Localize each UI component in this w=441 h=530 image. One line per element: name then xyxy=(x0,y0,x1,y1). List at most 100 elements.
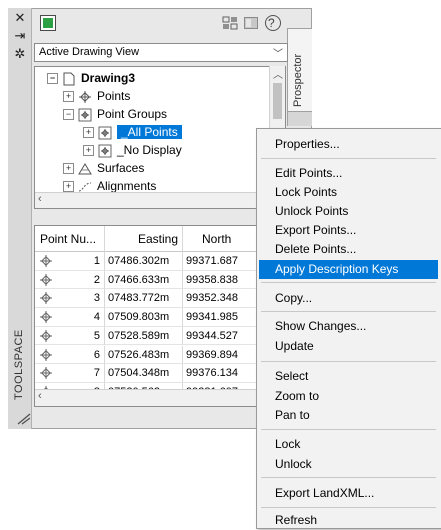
scroll-thumb[interactable] xyxy=(273,83,282,119)
cell-point-number[interactable]: 1 xyxy=(35,252,105,271)
menu-item-delete-points[interactable]: Delete Points... xyxy=(259,240,438,259)
point-group-icon xyxy=(98,144,112,158)
expand-icon[interactable]: + xyxy=(83,145,94,157)
point-number: 5 xyxy=(93,329,100,342)
toolspace-toolbar: ? xyxy=(32,8,288,38)
menu-item-lock[interactable]: Lock xyxy=(259,435,438,454)
point-icon xyxy=(40,273,52,286)
menu-separator xyxy=(261,429,436,430)
collapse-icon[interactable]: − xyxy=(63,109,74,121)
menu-separator xyxy=(261,361,436,362)
point-number: 3 xyxy=(93,292,100,305)
settings-icon[interactable]: ✲ xyxy=(8,46,32,62)
menu-separator xyxy=(261,158,436,159)
column-header-easting[interactable]: Easting xyxy=(105,226,183,252)
document-icon xyxy=(63,72,75,86)
cell-point-number[interactable]: 3 xyxy=(35,289,105,309)
menu-item-unlock[interactable]: Unlock xyxy=(259,455,438,474)
expand-icon[interactable]: + xyxy=(63,181,74,193)
scroll-left-icon[interactable]: ‹ xyxy=(38,193,42,205)
menu-separator xyxy=(261,311,436,312)
surface-icon xyxy=(78,162,92,175)
palette-side-strip: ✕ ⇥ ✲ TOOLSPACE xyxy=(8,8,32,429)
menu-item-unlock-points[interactable]: Unlock Points xyxy=(259,202,438,221)
context-menu: Properties... Edit Points... Lock Points… xyxy=(256,128,441,529)
point-group-icon xyxy=(78,108,92,122)
tree-item-point-groups[interactable]: − Point Groups xyxy=(63,105,167,123)
tree-item-drawing-label: Drawing3 xyxy=(81,71,136,85)
cell-point-number[interactable]: 2 xyxy=(35,270,105,290)
menu-item-export-landxml[interactable]: Export LandXML... xyxy=(259,484,438,503)
tree-horizontal-scrollbar[interactable]: ‹ xyxy=(35,192,269,208)
cell-point-number[interactable]: 5 xyxy=(35,326,105,346)
cell-easting[interactable]: 07526.483m xyxy=(105,345,183,365)
point-icon xyxy=(40,329,52,342)
palette-grip-icon[interactable] xyxy=(16,412,32,426)
point-icon xyxy=(40,255,52,267)
expand-icon[interactable]: + xyxy=(63,163,74,175)
tree-item-surfaces-label: Surfaces xyxy=(97,161,145,175)
menu-item-refresh[interactable]: Refresh xyxy=(259,511,438,530)
menu-item-pan-to[interactable]: Pan to xyxy=(259,406,438,425)
drawing-view-icon[interactable] xyxy=(40,15,56,31)
prospector-tree[interactable]: − Drawing3 + Points − Point Groups + _All Po… xyxy=(34,66,286,209)
tree-item-alignments-label: Alignments xyxy=(97,179,157,193)
menu-item-select[interactable]: Select xyxy=(259,367,438,386)
chevron-down-icon: ﹀ xyxy=(273,49,283,60)
expand-icon[interactable]: + xyxy=(83,127,94,139)
menu-item-edit-points[interactable]: Edit Points... xyxy=(259,164,438,183)
menu-separator xyxy=(261,477,436,478)
cell-easting[interactable]: 07504.348m xyxy=(105,364,183,383)
point-icon xyxy=(40,292,52,305)
point-number: 2 xyxy=(93,273,100,286)
menu-item-update[interactable]: Update xyxy=(259,337,438,356)
expand-icon[interactable]: + xyxy=(63,91,74,103)
scroll-left-icon[interactable]: ‹ xyxy=(38,390,42,402)
tab-strip xyxy=(287,112,312,126)
point-icon xyxy=(40,311,52,324)
menu-item-apply-description-keys[interactable]: Apply Description Keys xyxy=(259,260,438,279)
tree-item-surfaces[interactable]: + Surfaces xyxy=(63,159,144,177)
tree-item-all-points[interactable]: + _All Points xyxy=(83,123,182,141)
toolspace-title: TOOLSPACE xyxy=(13,329,25,400)
menu-item-zoom-to[interactable]: Zoom to xyxy=(259,387,438,406)
cell-point-number[interactable]: 4 xyxy=(35,308,105,327)
view-dropdown[interactable]: Active Drawing View ﹀ xyxy=(34,43,288,62)
tree-item-point-groups-label: Point Groups xyxy=(97,107,168,121)
autohide-icon[interactable]: ⇥ xyxy=(8,28,32,44)
cell-easting[interactable]: 07483.772m xyxy=(105,289,183,309)
tree-item-points-label: Points xyxy=(97,89,131,103)
scroll-up-icon[interactable]: ︿ xyxy=(273,66,283,81)
cell-easting[interactable]: 07466.633m xyxy=(105,270,183,290)
tab-prospector[interactable]: Prospector xyxy=(287,28,312,112)
grid-horizontal-scrollbar[interactable]: ‹ xyxy=(35,389,285,406)
menu-item-lock-points[interactable]: Lock Points xyxy=(259,183,438,202)
collapse-icon[interactable]: − xyxy=(47,73,58,85)
tree-item-all-points-label: _All Points xyxy=(117,125,182,139)
tree-item-no-display[interactable]: + _No Display xyxy=(83,141,182,159)
menu-item-export-points[interactable]: Export Points... xyxy=(259,221,438,240)
menu-item-show-changes[interactable]: Show Changes... xyxy=(259,317,438,336)
toggle-list-icon[interactable] xyxy=(222,15,239,31)
menu-separator xyxy=(261,507,436,508)
points-grid[interactable]: Point Nu... Easting North 1 07486.302m 993… xyxy=(34,225,286,407)
cell-point-number[interactable]: 7 xyxy=(35,364,105,383)
help-glyph: ? xyxy=(268,16,275,30)
point-number: 7 xyxy=(93,367,100,380)
close-icon[interactable]: ✕ xyxy=(8,10,32,26)
menu-item-properties[interactable]: Properties... xyxy=(259,135,438,154)
point-icon xyxy=(40,348,52,361)
point-icon xyxy=(40,367,52,380)
column-header-point-number[interactable]: Point Nu... xyxy=(35,226,105,252)
cell-easting[interactable]: 07528.589m xyxy=(105,326,183,346)
menu-item-copy[interactable]: Copy... xyxy=(259,289,438,308)
item-view-icon[interactable] xyxy=(243,15,259,31)
cell-point-number[interactable]: 6 xyxy=(35,345,105,365)
cell-easting[interactable]: 07486.302m xyxy=(105,252,183,271)
tree-item-points[interactable]: + Points xyxy=(63,87,130,105)
tab-prospector-label: Prospector xyxy=(292,53,304,107)
tree-item-no-display-label: _No Display xyxy=(117,143,182,157)
point-number: 6 xyxy=(93,348,100,361)
cell-easting[interactable]: 07509.803m xyxy=(105,308,183,327)
tree-item-drawing[interactable]: − Drawing3 xyxy=(47,69,135,87)
